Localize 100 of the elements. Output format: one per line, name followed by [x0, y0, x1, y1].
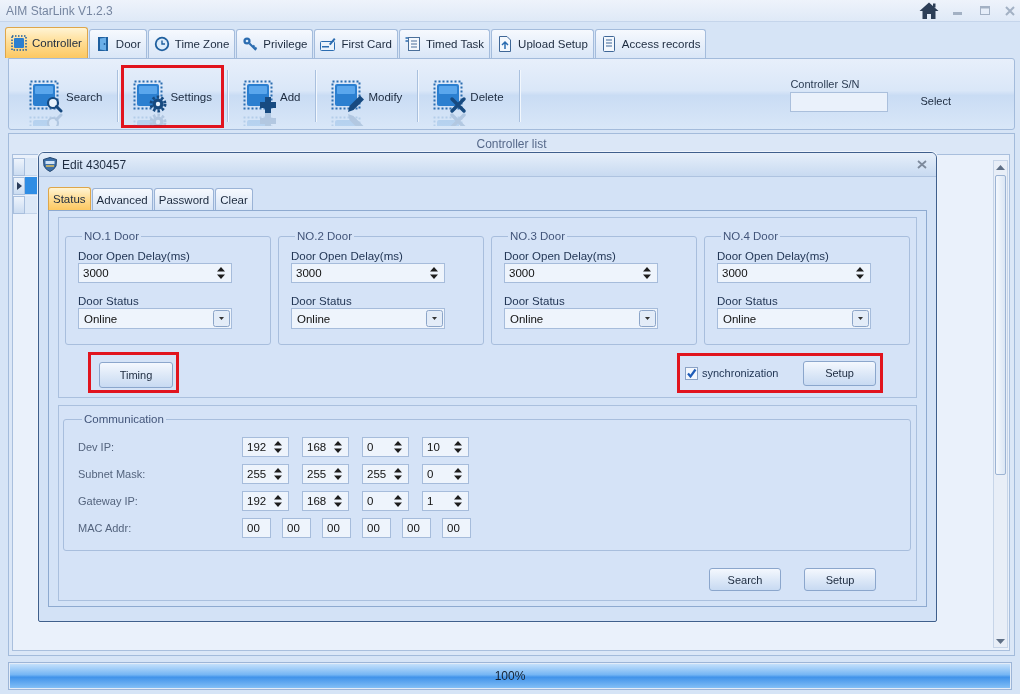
- dropdown-field[interactable]: Online: [717, 308, 871, 329]
- close-icon[interactable]: [917, 160, 927, 169]
- checklist-icon: [404, 36, 421, 52]
- checkbox[interactable]: [685, 366, 698, 380]
- number-field[interactable]: 3000: [504, 263, 658, 283]
- field-label: Door Open Delay(ms): [504, 249, 617, 263]
- shield-icon: [43, 157, 57, 172]
- spin-arrows-icon[interactable]: [643, 267, 651, 279]
- field-label: Door Status: [504, 294, 566, 308]
- scroll-thumb[interactable]: [995, 175, 1006, 475]
- number-field[interactable]: 3000: [291, 263, 445, 283]
- group-title: NO.4 Door: [722, 229, 779, 243]
- field-label: MAC Addr:: [78, 522, 133, 534]
- spin-arrows-icon[interactable]: [217, 267, 225, 279]
- number-field[interactable]: 168: [302, 491, 349, 511]
- select-button[interactable]: Select: [920, 94, 951, 108]
- number-field[interactable]: 3000: [78, 263, 232, 283]
- checkbox-label[interactable]: synchronization: [702, 367, 779, 379]
- number-field[interactable]: 255: [242, 464, 289, 484]
- spin-arrows-icon[interactable]: [856, 267, 864, 279]
- number-field[interactable]: 10: [422, 437, 469, 457]
- clock-icon: [153, 36, 170, 52]
- number-field[interactable]: 192: [242, 491, 289, 511]
- group-title: Communication: [83, 412, 165, 426]
- card-icon: [320, 36, 337, 52]
- spin-arrows-icon[interactable]: [394, 468, 402, 480]
- number-field[interactable]: 3000: [717, 263, 871, 283]
- text-field[interactable]: 00: [442, 518, 471, 538]
- number-field[interactable]: 255: [362, 464, 409, 484]
- text-field[interactable]: 00: [362, 518, 391, 538]
- group-title: NO.2 Door: [296, 229, 353, 243]
- tab[interactable]: Timed Task: [398, 29, 491, 58]
- number-field[interactable]: 0: [422, 464, 469, 484]
- tab[interactable]: Status: [48, 187, 91, 210]
- field-label: Controller S/N: [790, 78, 861, 91]
- scroll-down-icon[interactable]: [996, 639, 1005, 644]
- key-icon: [242, 36, 259, 52]
- field-label: Door Status: [717, 294, 779, 308]
- spin-arrows-icon[interactable]: [454, 495, 462, 507]
- number-field[interactable]: 0: [362, 491, 409, 511]
- scroll-up-icon[interactable]: [996, 165, 1005, 170]
- tab[interactable]: Password: [153, 188, 215, 210]
- group-title: NO.3 Door: [509, 229, 566, 243]
- document-icon: [600, 36, 617, 52]
- field-label: Door Status: [291, 294, 353, 308]
- spin-arrows-icon[interactable]: [430, 267, 438, 279]
- spin-arrows-icon[interactable]: [334, 468, 342, 480]
- tab[interactable]: Door: [88, 29, 147, 58]
- window-title: AIM StarLink V1.2.3: [6, 3, 113, 18]
- number-field[interactable]: 255: [302, 464, 349, 484]
- progress-label: 100%: [494, 669, 526, 683]
- tab[interactable]: First Card: [314, 29, 398, 58]
- dialog-title: Edit 430457: [62, 157, 127, 172]
- spin-arrows-icon[interactable]: [454, 468, 462, 480]
- row-pointer-icon: [16, 182, 22, 190]
- tab[interactable]: Upload Setup: [491, 29, 594, 58]
- text-field[interactable]: 00: [322, 518, 351, 538]
- field-label: Subnet Mask:: [78, 468, 147, 480]
- row-header[interactable]: [13, 177, 25, 195]
- panel-title: Controller list: [476, 137, 547, 151]
- spin-arrows-icon[interactable]: [334, 495, 342, 507]
- tab[interactable]: Clear: [215, 188, 253, 210]
- serial-input[interactable]: [790, 92, 889, 112]
- field-label: Door Open Delay(ms): [717, 249, 830, 263]
- number-field[interactable]: 1: [422, 491, 469, 511]
- spin-arrows-icon[interactable]: [394, 441, 402, 453]
- spin-arrows-icon[interactable]: [334, 441, 342, 453]
- dropdown-field[interactable]: Online: [78, 308, 232, 329]
- number-field[interactable]: 168: [302, 437, 349, 457]
- number-field[interactable]: 192: [242, 437, 289, 457]
- tab[interactable]: Advanced: [91, 188, 153, 210]
- chip-icon: [11, 35, 27, 51]
- field-label: Gateway IP:: [78, 495, 139, 507]
- file-icon: [497, 36, 514, 52]
- tab[interactable]: Time Zone: [147, 29, 236, 58]
- field-label: Door Open Delay(ms): [78, 249, 191, 263]
- text-field[interactable]: 00: [402, 518, 431, 538]
- spin-arrows-icon[interactable]: [454, 441, 462, 453]
- number-field[interactable]: 0: [362, 437, 409, 457]
- setup-button[interactable]: Setup: [803, 360, 876, 386]
- dialog-button[interactable]: Search: [709, 568, 781, 591]
- scrollbar[interactable]: [993, 160, 1008, 648]
- dropdown-field[interactable]: Online: [291, 308, 445, 329]
- dropdown-field[interactable]: Online: [504, 308, 658, 329]
- text-field[interactable]: 00: [242, 518, 271, 538]
- spin-arrows-icon[interactable]: [274, 441, 282, 453]
- spin-arrows-icon[interactable]: [394, 495, 402, 507]
- dialog-button[interactable]: Setup: [804, 568, 876, 591]
- spin-arrows-icon[interactable]: [274, 468, 282, 480]
- timing-button[interactable]: Timing: [99, 361, 173, 388]
- spin-arrows-icon[interactable]: [274, 495, 282, 507]
- tab[interactable]: Privilege: [236, 29, 314, 58]
- field-label: Dev IP:: [78, 441, 116, 453]
- tab[interactable]: Controller: [5, 27, 88, 58]
- field-label: Door Status: [78, 294, 140, 308]
- tab[interactable]: Access records: [594, 29, 707, 58]
- group-title: NO.1 Door: [83, 229, 140, 243]
- field-label: Door Open Delay(ms): [291, 249, 404, 263]
- home-icon[interactable]: [919, 2, 939, 19]
- text-field[interactable]: 00: [282, 518, 311, 538]
